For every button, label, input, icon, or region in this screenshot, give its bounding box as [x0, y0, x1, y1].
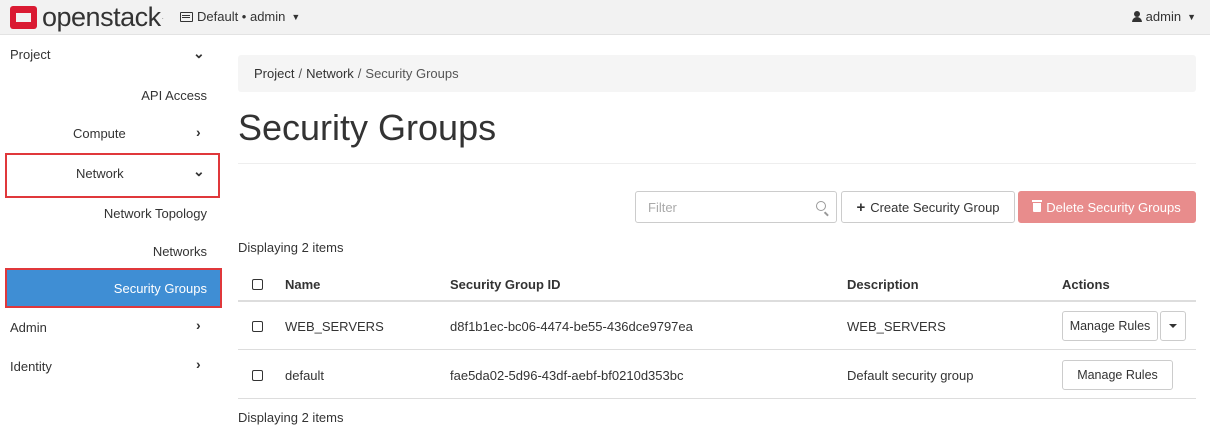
- manage-rules-label: Manage Rules: [1069, 319, 1151, 333]
- sidebar-item-identity[interactable]: Identity: [10, 359, 52, 374]
- user-label: admin: [1145, 9, 1182, 24]
- row-id: d8f1b1ec-bc06-4474-be55-436dce9797ea: [450, 319, 693, 334]
- sidebar-item-project[interactable]: Project: [10, 47, 50, 62]
- row-id: fae5da02-5d96-43df-aebf-bf0210d353bc: [450, 368, 684, 383]
- project-context-dropdown[interactable]: Default • admin ▼: [180, 9, 300, 24]
- row-description: WEB_SERVERS: [847, 319, 946, 334]
- user-icon: [1131, 11, 1142, 22]
- user-menu-dropdown[interactable]: admin ▼: [1131, 9, 1196, 24]
- list-box-icon: [180, 11, 193, 22]
- sidebar-item-label: Network Topology: [103, 206, 207, 221]
- title-divider: [238, 163, 1196, 164]
- breadcrumb-project[interactable]: Project: [254, 66, 294, 81]
- sidebar-item-label: Compute: [73, 126, 126, 141]
- sidebar-item-label: Admin: [10, 320, 47, 335]
- manage-rules-button[interactable]: Manage Rules: [1062, 360, 1173, 390]
- plus-icon: +: [856, 198, 866, 216]
- chevron-down-icon[interactable]: ⌄: [193, 45, 205, 62]
- sidebar-item-api-access[interactable]: API Access: [141, 88, 207, 103]
- sidebar-item-network-topology[interactable]: Network Topology: [104, 206, 207, 221]
- chevron-right-icon[interactable]: ›: [196, 124, 201, 140]
- column-header-description[interactable]: Description: [847, 277, 919, 292]
- row-name[interactable]: default: [285, 368, 324, 383]
- sidebar-item-label: Identity: [10, 359, 52, 374]
- table-row: WEB_SERVERS d8f1b1ec-bc06-4474-be55-436d…: [238, 302, 1196, 350]
- column-header-id[interactable]: Security Group ID: [450, 277, 561, 292]
- items-count-top: Displaying 2 items: [238, 240, 344, 255]
- manage-rules-label: Manage Rules: [1077, 368, 1158, 382]
- caret-down-icon: ▼: [1187, 11, 1196, 22]
- breadcrumb: Project / Network / Security Groups: [238, 55, 1196, 92]
- chevron-right-icon[interactable]: ›: [196, 317, 201, 333]
- breadcrumb-security-groups: Security Groups: [365, 66, 459, 81]
- sidebar-item-admin[interactable]: Admin: [10, 320, 47, 335]
- filter-input[interactable]: [648, 192, 813, 222]
- select-all-checkbox[interactable]: [252, 279, 263, 290]
- table-header-row: Name Security Group ID Description Actio…: [238, 268, 1196, 302]
- delete-security-groups-button[interactable]: Delete Security Groups: [1018, 191, 1196, 223]
- create-security-group-button[interactable]: + Create Security Group: [841, 191, 1015, 223]
- column-header-actions: Actions: [1062, 277, 1110, 292]
- logo-text: openstack.: [42, 2, 164, 32]
- openstack-logo-icon: [10, 5, 37, 29]
- row-checkbox[interactable]: [252, 370, 263, 381]
- sidebar-item-compute[interactable]: Compute: [73, 126, 126, 141]
- row-description: Default security group: [847, 368, 974, 383]
- sidebar-item-label: Project: [10, 47, 51, 62]
- breadcrumb-network[interactable]: Network: [306, 66, 354, 81]
- sidebar-item-networks[interactable]: Networks: [153, 244, 207, 259]
- sidebar: Project ⌄ API Access Compute › Network ⌄…: [0, 35, 222, 444]
- page-title: Security Groups: [238, 107, 497, 148]
- delete-button-label: Delete Security Groups: [1046, 199, 1181, 215]
- context-label: Default • admin: [197, 9, 286, 24]
- top-navbar: openstack. Default • admin ▼ admin ▼: [0, 0, 1210, 35]
- row-checkbox[interactable]: [252, 321, 263, 332]
- column-header-name[interactable]: Name: [285, 277, 320, 292]
- caret-down-icon: [1169, 324, 1177, 328]
- trash-icon: [1032, 199, 1043, 212]
- search-icon[interactable]: [816, 201, 826, 211]
- items-count-bottom: Displaying 2 items: [238, 410, 344, 425]
- sidebar-item-label: Networks: [152, 244, 207, 259]
- manage-rules-button[interactable]: Manage Rules: [1062, 311, 1158, 341]
- highlight-box-security-groups: [5, 268, 222, 308]
- table-row: default fae5da02-5d96-43df-aebf-bf0210d3…: [238, 351, 1196, 399]
- openstack-logo[interactable]: openstack.: [10, 2, 164, 32]
- sidebar-item-label: API Access: [141, 88, 207, 103]
- create-button-label: Create Security Group: [870, 199, 1000, 215]
- filter-field[interactable]: [635, 191, 837, 223]
- chevron-right-icon[interactable]: ›: [196, 356, 201, 372]
- row-actions-dropdown-toggle[interactable]: [1160, 311, 1186, 341]
- highlight-box-network: [5, 153, 220, 198]
- row-name[interactable]: WEB_SERVERS: [285, 319, 384, 334]
- caret-down-icon: ▼: [291, 11, 301, 22]
